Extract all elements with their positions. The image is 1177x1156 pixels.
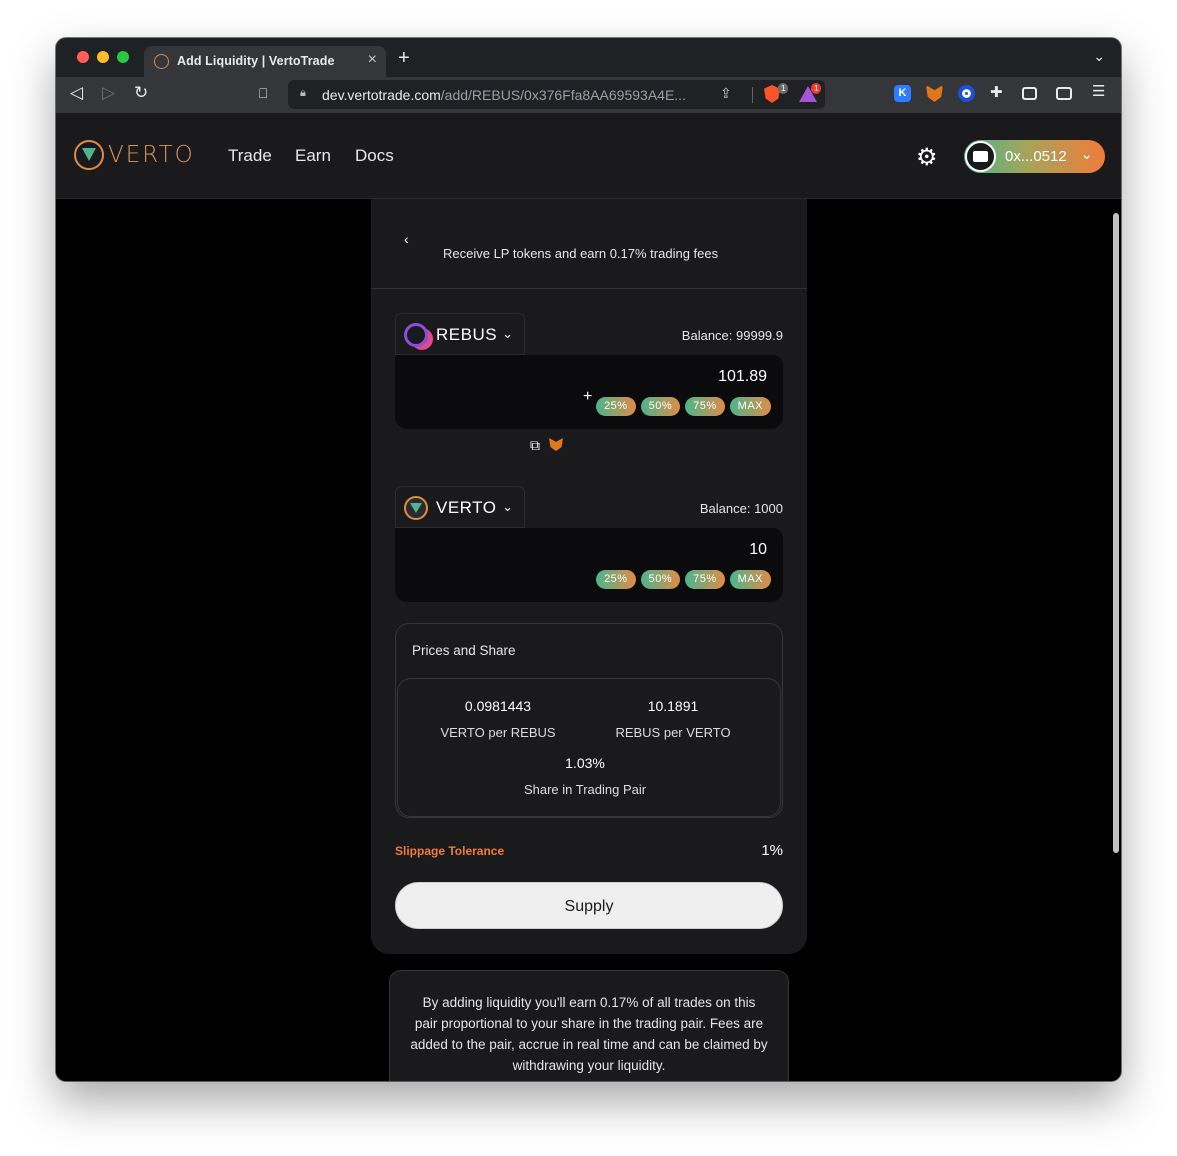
- forward-arrow-icon[interactable]: ▷: [102, 83, 115, 103]
- token-a-75-button[interactable]: 75%: [685, 397, 725, 416]
- nav-earn[interactable]: Earn: [295, 146, 331, 166]
- extensions-puzzle-icon[interactable]: ✚: [990, 83, 1007, 101]
- wallet-button[interactable]: 0x...0512 ⌄: [964, 140, 1105, 173]
- verto-favicon-icon: [154, 54, 169, 69]
- url-text: dev.vertotrade.com/add/REBUS/0x376Ffa8AA…: [322, 87, 686, 103]
- browser-toolbar: ◁ ▷ ↻ ⎕ 🔒︎ dev.vertotrade.com/add/REBUS/…: [56, 77, 1121, 113]
- chevron-down-icon: ⌄: [502, 326, 513, 341]
- verto-token-icon: [404, 496, 428, 520]
- token-b-75-button[interactable]: 75%: [685, 570, 725, 589]
- chevron-down-icon: ⌄: [1080, 146, 1093, 163]
- nav-trade[interactable]: Trade: [228, 146, 272, 166]
- share-value: 1.03%: [565, 755, 605, 771]
- add-liquidity-card: ‹ Receive LP tokens and earn 0.17% tradi…: [371, 173, 807, 954]
- verto-logo-icon[interactable]: [74, 140, 104, 170]
- tab-bar: Add Liquidity | VertoTrade × + ⌄: [56, 38, 1121, 77]
- metamask-extension-icon[interactable]: [926, 85, 943, 102]
- token-a-percent-buttons: 25% 50% 75% MAX: [596, 397, 771, 416]
- token-a-amount-input[interactable]: 101.89: [718, 368, 767, 386]
- wallet-address: 0x...0512: [1005, 148, 1067, 165]
- tab-title: Add Liquidity | VertoTrade: [177, 54, 335, 68]
- token-a-25-button[interactable]: 25%: [596, 397, 636, 416]
- omnibox-divider: [752, 87, 753, 103]
- app-header: VERTO Trade Earn Docs ⚙ 0x...0512 ⌄: [56, 113, 1121, 199]
- settings-gear-icon[interactable]: ⚙: [916, 143, 938, 172]
- rebus-token-icon: [404, 323, 428, 347]
- page-content: VERTO Trade Earn Docs ⚙ 0x...0512 ⌄ ‹ Re…: [56, 113, 1121, 1081]
- token-a-symbol: REBUS: [436, 325, 498, 344]
- chevron-down-icon: ⌄: [502, 499, 513, 514]
- browser-menu-icon[interactable]: ☰: [1092, 82, 1109, 100]
- verto-per-rebus-value: 0.0981443: [464, 698, 532, 714]
- browser-tab[interactable]: Add Liquidity | VertoTrade ×: [144, 46, 386, 77]
- reload-icon[interactable]: ↻: [134, 83, 148, 103]
- liquidity-info-box: By adding liquidity you'll earn 0.17% of…: [389, 970, 789, 1081]
- slippage-tolerance-value: 1%: [761, 842, 783, 859]
- close-window-button[interactable]: [77, 51, 89, 63]
- back-arrow-icon[interactable]: ‹: [404, 231, 409, 247]
- token-b-amount-input[interactable]: 10: [749, 541, 767, 559]
- logo-text[interactable]: VERTO: [108, 142, 195, 168]
- token-a-selector[interactable]: REBUS ⌄: [395, 313, 525, 355]
- prices-stats: 0.0981443 VERTO per REBUS 10.1891 REBUS …: [397, 678, 781, 817]
- maximize-window-button[interactable]: [117, 51, 129, 63]
- card-divider: [371, 288, 807, 289]
- rebus-per-verto-value: 10.1891: [647, 698, 699, 714]
- url-path: /add/REBUS/0x376Ffa8AA69593A4E...: [440, 87, 686, 103]
- tab-search-chevron-icon[interactable]: ⌄: [1093, 48, 1105, 65]
- bookmark-icon[interactable]: ⎕: [259, 85, 267, 102]
- share-icon[interactable]: ⇪: [720, 85, 732, 102]
- address-bar[interactable]: 🔒︎ dev.vertotrade.com/add/REBUS/0x376Ffa…: [288, 80, 825, 109]
- prices-title: Prices and Share: [412, 643, 516, 658]
- coinbase-extension-icon[interactable]: [958, 85, 975, 102]
- token-a-balance: Balance: 99999.9: [681, 328, 783, 343]
- share-label: Share in Trading Pair: [523, 782, 647, 797]
- card-subtitle: Receive LP tokens and earn 0.17% trading…: [443, 246, 719, 261]
- supply-button[interactable]: Supply: [395, 882, 783, 929]
- token-b-50-button[interactable]: 50%: [640, 570, 681, 589]
- back-arrow-icon[interactable]: ◁: [70, 83, 83, 103]
- tab-close-icon[interactable]: ×: [368, 51, 377, 69]
- url-host: dev.vertotrade.com: [322, 87, 441, 103]
- token-b-amount-box: 10 25% 50% 75% MAX: [395, 528, 783, 602]
- rewards-badge: 1: [811, 83, 822, 94]
- nav-docs[interactable]: Docs: [355, 146, 394, 166]
- shields-badge: 1: [778, 83, 789, 94]
- brave-wallet-icon[interactable]: [1056, 87, 1072, 100]
- browser-window: Add Liquidity | VertoTrade × + ⌄ ◁ ▷ ↻ ⎕…: [56, 38, 1121, 1081]
- verto-per-rebus-label: VERTO per REBUS: [440, 725, 556, 740]
- rebus-per-verto-label: REBUS per VERTO: [615, 725, 731, 740]
- add-to-metamask-icon[interactable]: [549, 438, 563, 451]
- token-b-25-button[interactable]: 25%: [596, 570, 636, 589]
- plus-icon: +: [583, 388, 593, 405]
- token-a-50-button[interactable]: 50%: [640, 397, 681, 416]
- copy-address-icon[interactable]: ⧉: [530, 437, 540, 454]
- minimize-window-button[interactable]: [97, 51, 109, 63]
- token-b-selector[interactable]: VERTO ⌄: [395, 486, 525, 528]
- keplr-extension-icon[interactable]: K: [894, 85, 911, 102]
- sidebar-toggle-icon[interactable]: [1022, 87, 1037, 100]
- slippage-tolerance-label[interactable]: Slippage Tolerance: [395, 844, 504, 858]
- wallet-icon: [965, 141, 996, 172]
- token-a-max-button[interactable]: MAX: [729, 397, 771, 416]
- new-tab-button[interactable]: +: [398, 47, 410, 70]
- token-b-balance: Balance: 1000: [699, 501, 783, 516]
- token-b-percent-buttons: 25% 50% 75% MAX: [596, 570, 771, 589]
- prices-and-share-panel: Prices and Share 0.0981443 VERTO per REB…: [395, 623, 783, 818]
- token-b-max-button[interactable]: MAX: [729, 570, 771, 589]
- token-b-symbol: VERTO: [436, 498, 497, 517]
- lock-icon: 🔒︎: [300, 87, 306, 99]
- page-scrollbar[interactable]: [1113, 213, 1119, 853]
